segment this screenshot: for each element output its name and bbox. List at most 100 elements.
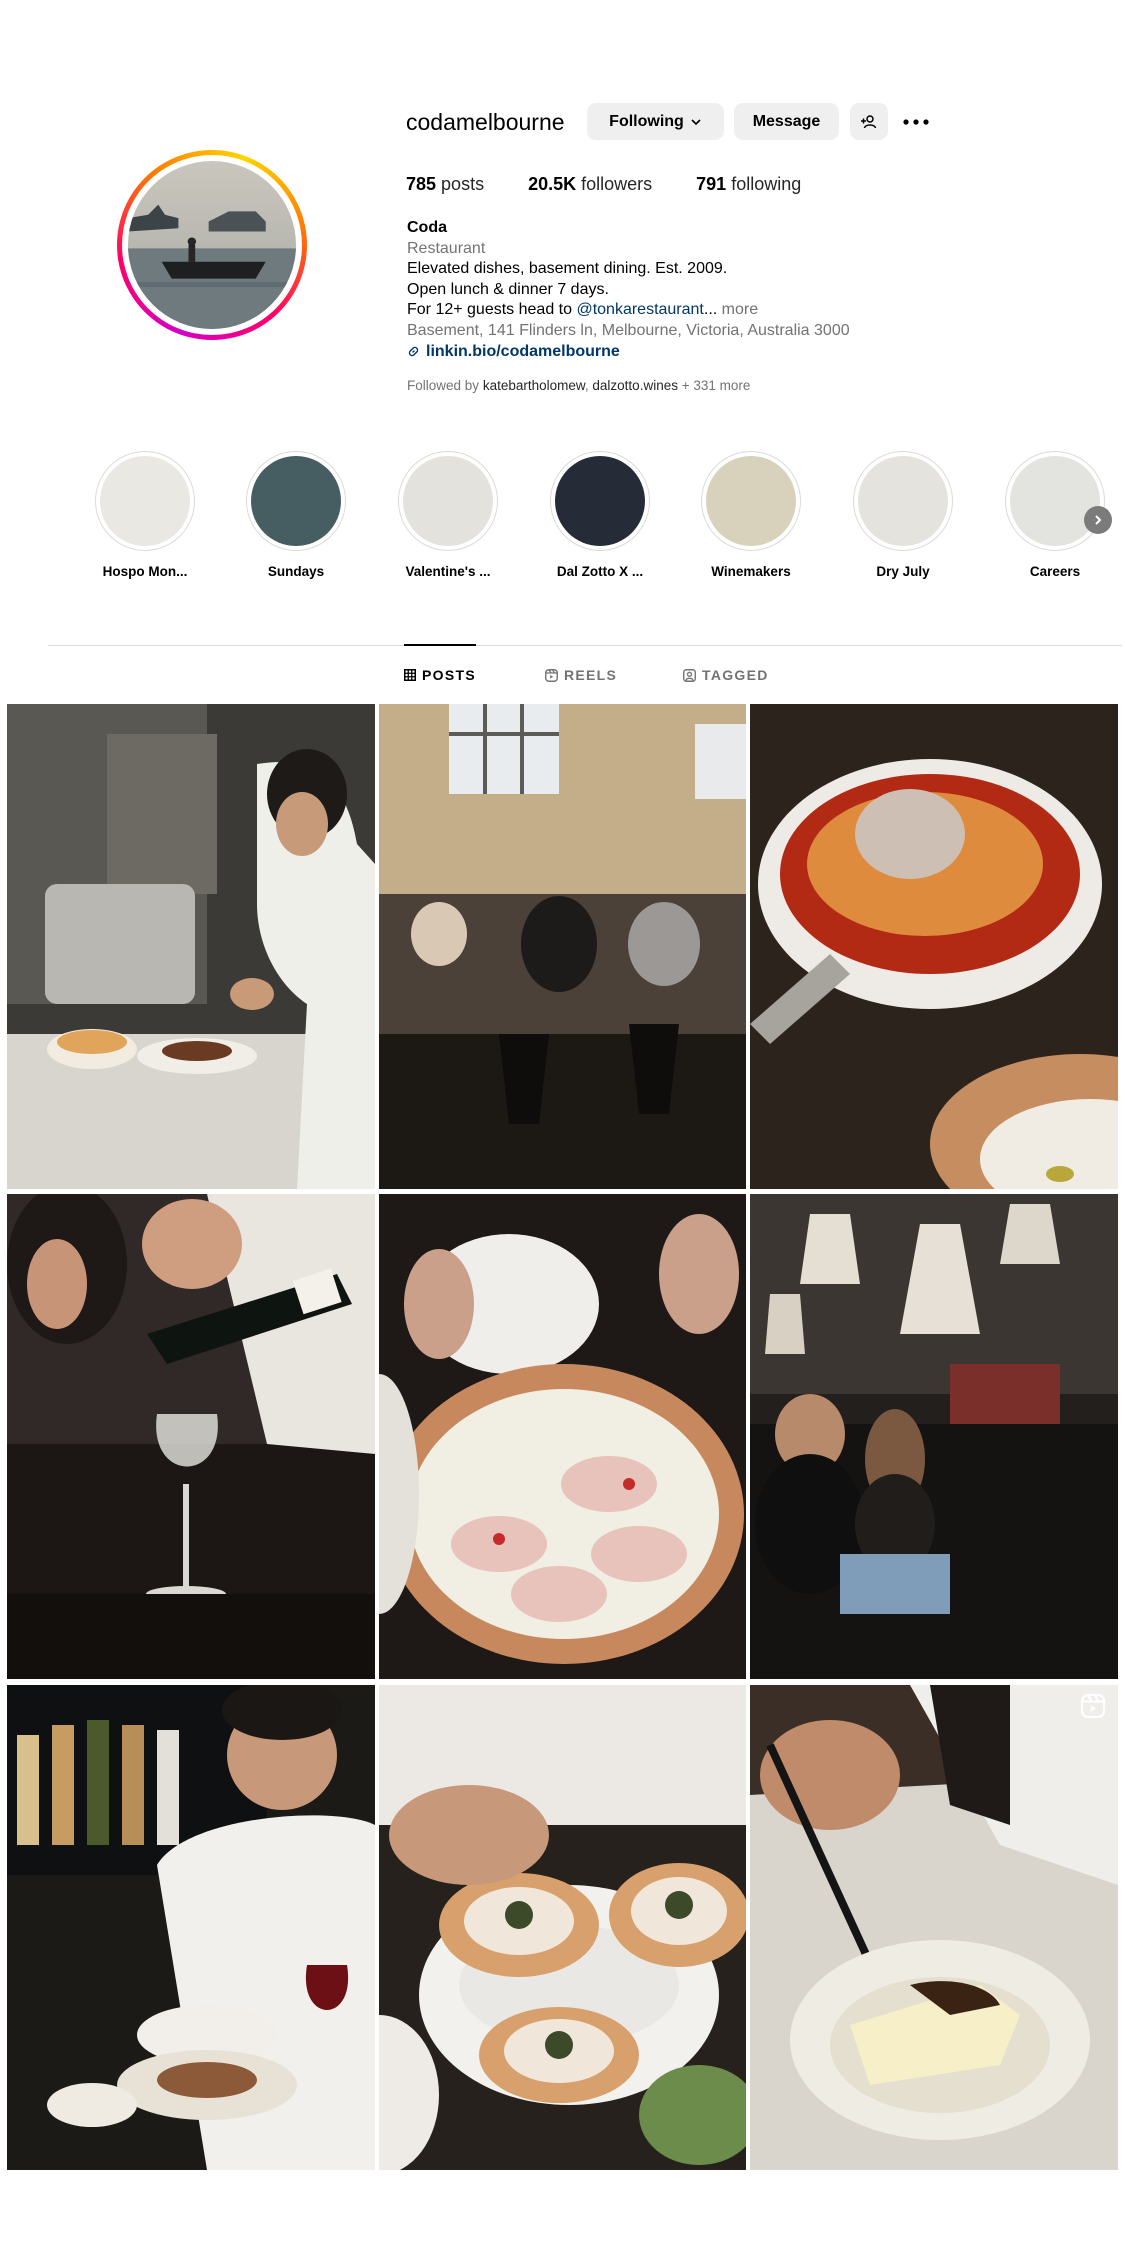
tag-icon xyxy=(683,668,696,682)
highlight-label: Hospo Mon... xyxy=(102,564,188,579)
post-tile-wine-pour[interactable] xyxy=(7,1194,375,1679)
chevron-down-icon xyxy=(691,118,701,125)
posts-count: 785 xyxy=(406,174,437,194)
add-user-icon xyxy=(861,114,877,128)
suggested-users-button[interactable] xyxy=(850,103,888,140)
tab-posts-label: POSTS xyxy=(422,667,476,683)
post-thumbnail xyxy=(379,704,746,1189)
highlight-valentines[interactable]: Valentine's ... xyxy=(388,451,508,579)
highlight-label: Winemakers xyxy=(711,564,791,579)
highlight-dry-july[interactable]: Dry July xyxy=(843,451,963,579)
highlight-label: Careers xyxy=(1029,564,1081,579)
tab-reels[interactable]: REELS xyxy=(545,667,617,683)
followed-by-user-2: dalzotto.wines xyxy=(592,378,678,393)
post-thumbnail xyxy=(7,704,375,1189)
highlight-cover xyxy=(706,456,796,546)
bio-line-3-prefix: For 12+ guests head to xyxy=(407,301,572,319)
highlight-cover-ring xyxy=(701,451,801,551)
post-tile-dining-room[interactable] xyxy=(379,704,746,1189)
followers-stat[interactable]: 20.5K followers xyxy=(528,172,652,196)
following-button[interactable]: Following xyxy=(587,103,724,140)
post-tile-reel-spoon-dessert[interactable] xyxy=(750,1685,1118,2170)
highlight-cover xyxy=(858,456,948,546)
highlight-cover-ring xyxy=(95,451,195,551)
highlight-hospo-mondays[interactable]: Hospo Mon... xyxy=(85,451,205,579)
tab-tagged[interactable]: TAGGED xyxy=(683,667,769,683)
post-thumbnail xyxy=(7,1194,375,1679)
profile-website-link[interactable]: linkin.bio/codamelbourne xyxy=(407,342,927,363)
link-icon xyxy=(408,347,419,357)
avatar xyxy=(128,161,296,329)
highlight-cover-ring xyxy=(398,451,498,551)
post-thumbnail xyxy=(379,1194,746,1679)
post-thumbnail xyxy=(750,1685,1118,2170)
avatar-frame xyxy=(122,155,302,335)
highlight-cover-ring xyxy=(853,451,953,551)
followed-by[interactable]: Followed by katebartholomew, dalzotto.wi… xyxy=(407,378,750,393)
highlight-cover xyxy=(1010,456,1100,546)
profile-name: Coda xyxy=(407,219,447,236)
bio-line-1: Elevated dishes, basement dining. Est. 2… xyxy=(407,260,728,278)
profile-bio: Coda Restaurant Elevated dishes, basemen… xyxy=(407,218,927,362)
post-thumbnail xyxy=(750,1194,1118,1679)
followers-count: 20.5K xyxy=(528,174,577,194)
followed-by-separator: , xyxy=(584,378,589,393)
post-tile-scallops[interactable] xyxy=(379,1685,746,2170)
bio-mention-link[interactable]: @tonkarestaurant xyxy=(576,301,703,318)
tab-tagged-label: TAGGED xyxy=(702,667,769,683)
post-thumbnail xyxy=(7,1685,375,2170)
bio-more-link[interactable]: more xyxy=(722,301,758,318)
highlight-cover xyxy=(251,456,341,546)
highlight-label: Valentine's ... xyxy=(405,564,491,579)
highlight-cover xyxy=(555,456,645,546)
more-options-icon[interactable] xyxy=(898,108,934,136)
followed-by-prefix: Followed by xyxy=(407,378,480,393)
bio-line-2: Open lunch & dinner 7 days. xyxy=(407,280,609,298)
followed-by-more: + 331 more xyxy=(681,378,751,393)
post-thumbnail xyxy=(750,704,1118,1189)
posts-label: posts xyxy=(441,174,485,194)
post-tile-chef-tasting[interactable] xyxy=(7,1685,375,2170)
profile-category: Restaurant xyxy=(407,239,486,257)
highlight-dal-zotto[interactable]: Dal Zotto X ... xyxy=(540,451,660,579)
followed-by-user-1: katebartholomew xyxy=(482,378,585,393)
following-label: following xyxy=(731,174,802,194)
highlight-cover xyxy=(403,456,493,546)
highlight-cover-ring xyxy=(1005,451,1105,551)
highlight-sundays[interactable]: Sundays xyxy=(236,451,356,579)
posts-stat: 785 posts xyxy=(406,172,484,196)
reels-icon xyxy=(545,668,558,682)
post-tile-bar-scene[interactable] xyxy=(750,1194,1118,1679)
reel-icon xyxy=(1080,1693,1106,1719)
post-tile-red-sauce-dish[interactable] xyxy=(750,704,1118,1189)
highlight-cover-ring xyxy=(550,451,650,551)
profile-username: codamelbourne xyxy=(406,109,565,135)
following-count: 791 xyxy=(696,174,727,194)
tabs-divider xyxy=(48,645,1122,646)
post-tile-chef-plating[interactable] xyxy=(7,704,375,1189)
tab-reels-label: REELS xyxy=(564,667,618,683)
chevron-right-icon xyxy=(1095,515,1102,525)
tab-posts[interactable]: POSTS xyxy=(404,667,476,683)
post-thumbnail xyxy=(379,1685,746,2170)
highlight-label: Dry July xyxy=(876,564,930,579)
highlight-label: Dal Zotto X ... xyxy=(556,564,644,579)
message-button-label: Message xyxy=(752,112,821,130)
profile-website-text: linkin.bio/codamelbourne xyxy=(426,342,620,360)
highlights-next-button[interactable] xyxy=(1084,506,1112,534)
bio-line-3: For 12+ guests head to @tonkarestaurant.… xyxy=(407,300,927,321)
highlight-cover xyxy=(100,456,190,546)
grid-icon xyxy=(404,669,416,681)
bio-ellipsis: ... xyxy=(703,301,718,319)
highlight-label: Sundays xyxy=(267,564,325,579)
following-stat[interactable]: 791 following xyxy=(696,172,801,196)
profile-avatar-story-ring[interactable] xyxy=(117,150,307,340)
following-button-label: Following xyxy=(609,112,684,130)
active-tab-indicator xyxy=(404,644,476,646)
highlight-winemakers[interactable]: Winemakers xyxy=(691,451,811,579)
profile-address[interactable]: Basement, 141 Flinders ln, Melbourne, Vi… xyxy=(407,321,927,342)
highlight-cover-ring xyxy=(246,451,346,551)
message-button[interactable]: Message xyxy=(734,103,839,140)
profile-stats: 785 posts 20.5K followers 791 following xyxy=(406,172,845,196)
post-tile-kingfish-crudo[interactable] xyxy=(379,1194,746,1679)
